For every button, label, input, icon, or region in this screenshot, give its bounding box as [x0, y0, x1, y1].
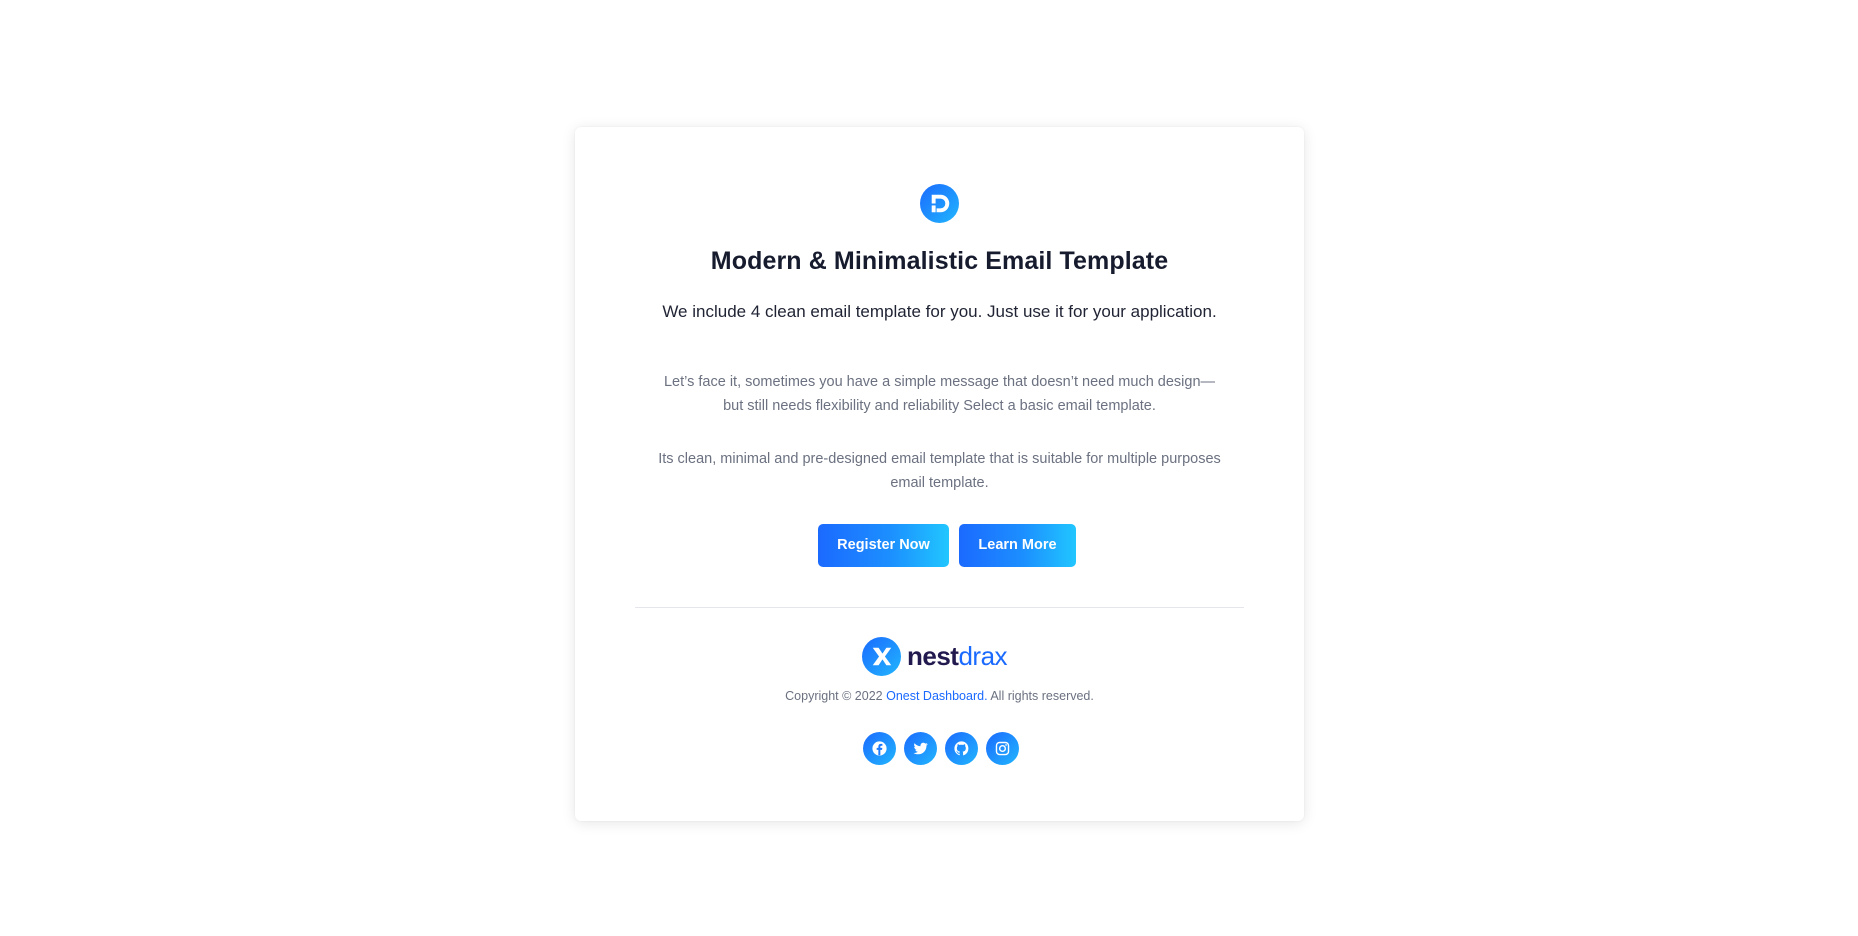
email-title: Modern & Minimalistic Email Template: [710, 247, 1169, 275]
body-paragraph-1: Let’s face it, sometimes you have a simp…: [663, 374, 1216, 414]
email-subtitle: We include 4 clean email template for yo…: [662, 302, 1217, 321]
github-icon: [954, 741, 969, 756]
copyright-text: Copyright © 2022 Onest Dashboard. All ri…: [575, 689, 1304, 703]
register-now-button[interactable]: Register Now: [818, 524, 949, 567]
twitter-icon: [913, 742, 928, 755]
body-paragraph-2: Its clean, minimal and pre-designed emai…: [658, 451, 1221, 491]
facebook-icon: [872, 741, 887, 756]
brand-name-secondary: drax: [958, 640, 1008, 671]
brand-name-primary: nest: [907, 640, 959, 671]
social-links: [863, 732, 1027, 765]
learn-more-button[interactable]: Learn More: [959, 524, 1076, 567]
copyright-prefix: Copyright © 2022: [785, 689, 883, 703]
github-link[interactable]: [945, 732, 978, 765]
email-card: Modern & Minimalistic Email Template We …: [575, 127, 1304, 821]
copyright-suffix: All rights reserved.: [990, 689, 1094, 703]
page-background: Modern & Minimalistic Email Template We …: [0, 0, 1858, 936]
instagram-icon: [995, 741, 1010, 756]
onest-dashboard-link[interactable]: Onest Dashboard.: [886, 689, 987, 703]
footer-divider: [635, 607, 1244, 608]
instagram-link[interactable]: [986, 732, 1019, 765]
footer-brand: nestdrax: [862, 636, 1008, 676]
brand-name: nestdrax: [907, 640, 1008, 672]
nestdrax-logo-icon: [862, 636, 901, 676]
twitter-link[interactable]: [904, 732, 937, 765]
d-logo-icon: [920, 184, 959, 223]
facebook-link[interactable]: [863, 732, 896, 765]
